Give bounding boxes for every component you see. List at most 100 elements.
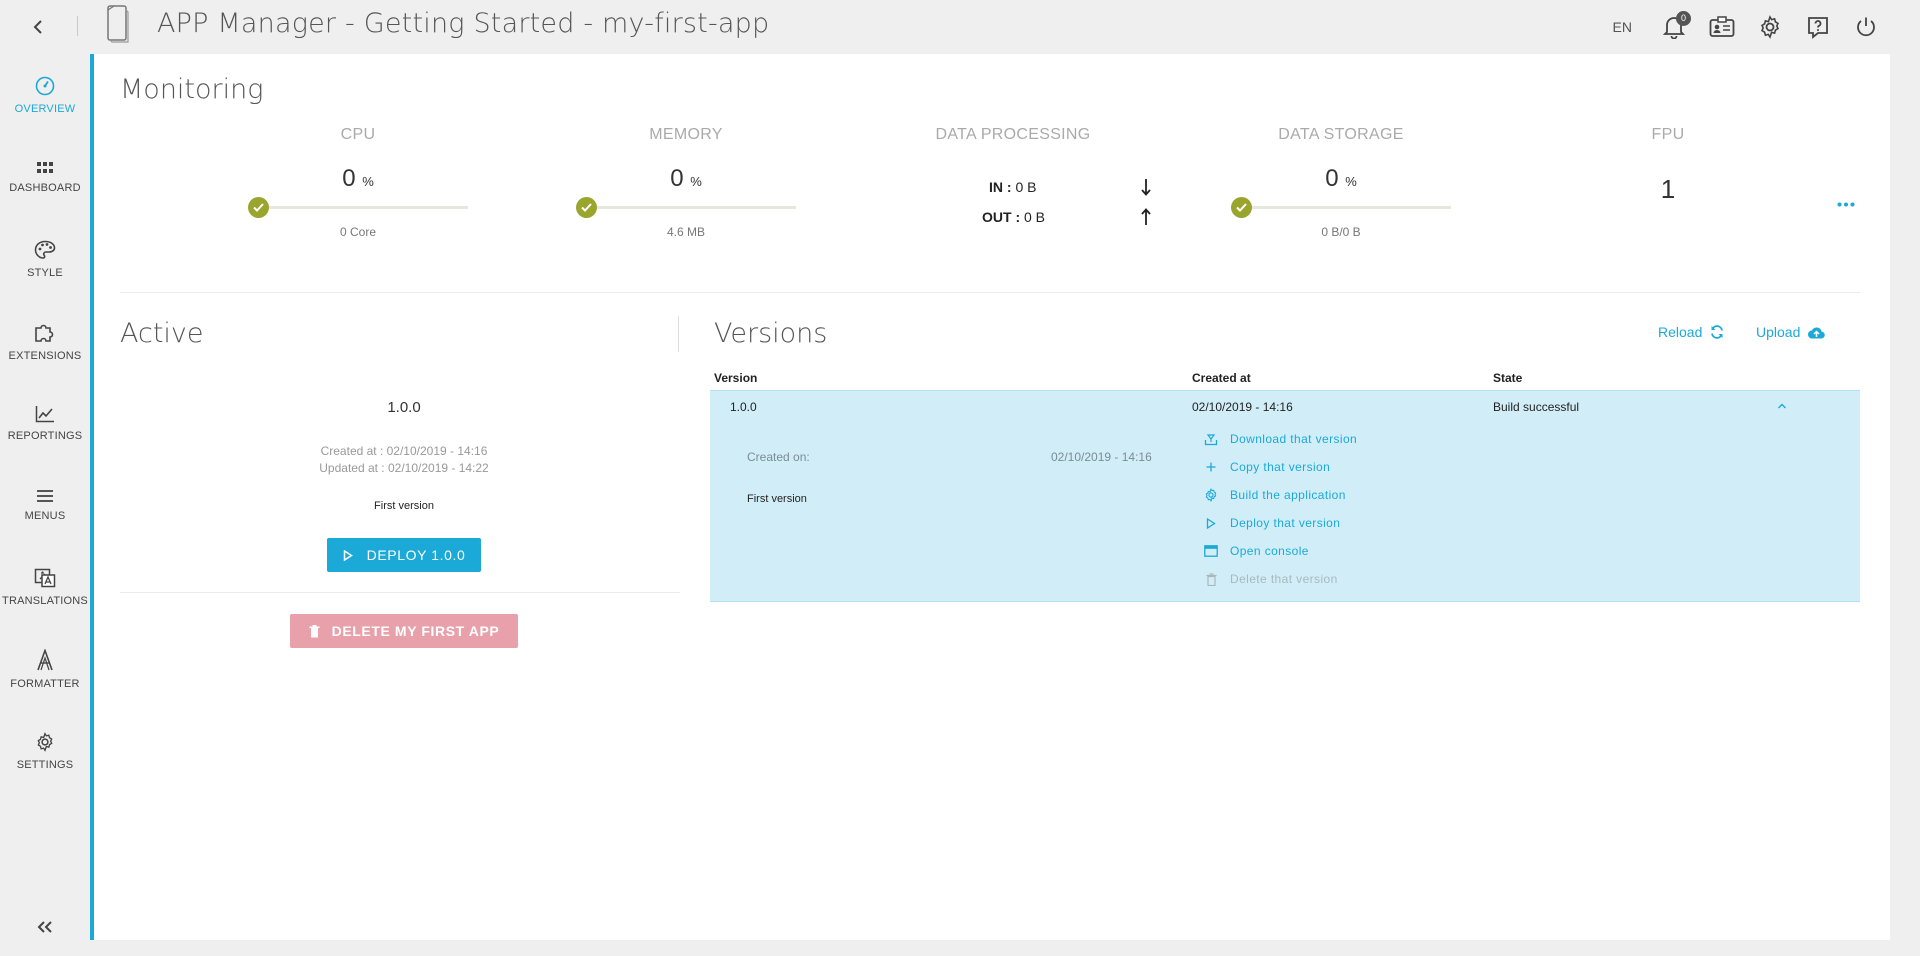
column-header-state: State bbox=[1493, 371, 1523, 385]
active-title: Active bbox=[120, 318, 204, 349]
action-label: Delete that version bbox=[1230, 572, 1338, 586]
play-icon bbox=[343, 549, 353, 561]
action-label: Build the application bbox=[1230, 488, 1346, 502]
data-processing-label: DATA PROCESSING bbox=[935, 126, 1091, 143]
sidebar-item-label: REPORTINGS bbox=[7, 429, 83, 442]
data-out-value: 0 B bbox=[1024, 209, 1046, 225]
active-divider bbox=[120, 592, 680, 593]
action-label: Download that version bbox=[1230, 432, 1358, 446]
data-storage-metric: DATA STORAGE 0 % 0 B/0 B bbox=[1211, 126, 1471, 239]
memory-metric: MEMORY 0 % 4.6 MB bbox=[556, 126, 816, 239]
active-description: First version bbox=[374, 500, 434, 512]
check-icon bbox=[1231, 197, 1252, 218]
palette-icon bbox=[34, 240, 56, 259]
monitoring-title: Monitoring bbox=[120, 74, 264, 105]
more-horizontal-icon bbox=[1837, 202, 1855, 206]
gear-icon bbox=[37, 731, 53, 752]
download-version-action[interactable]: Download that version bbox=[1204, 430, 1357, 448]
reload-label: Reload bbox=[1658, 324, 1703, 340]
menu-icon bbox=[37, 489, 53, 502]
sidebar-item-formatter[interactable]: FORMATTER bbox=[0, 628, 90, 710]
active-created-at: Created at : 02/10/2019 - 14:16 bbox=[320, 444, 488, 458]
sidebar-item-style[interactable]: STYLE bbox=[0, 218, 90, 300]
collapse-sidebar-button[interactable] bbox=[32, 914, 58, 940]
memory-value-unit: % bbox=[690, 174, 702, 189]
action-label: Deploy that version bbox=[1230, 516, 1341, 530]
sidebar-item-overview[interactable]: OVERVIEW bbox=[0, 54, 90, 136]
language-selector[interactable]: EN bbox=[1613, 19, 1632, 35]
delete-version-action: Delete that version bbox=[1204, 570, 1338, 588]
tablet-icon bbox=[107, 5, 129, 43]
sidebar-item-settings[interactable]: SETTINGS bbox=[0, 710, 90, 792]
details-created-on-label: Created on: bbox=[747, 450, 810, 464]
chevron-left-icon bbox=[33, 20, 42, 34]
cpu-metric: CPU 0 % 0 Core bbox=[228, 126, 488, 239]
line-chart-icon bbox=[35, 405, 54, 422]
delete-app-button[interactable]: DELETE MY FIRST APP bbox=[290, 614, 518, 648]
chevron-up-icon[interactable] bbox=[1777, 403, 1787, 409]
upload-label: Upload bbox=[1756, 324, 1801, 340]
data-storage-gauge bbox=[1231, 197, 1451, 218]
notifications-button[interactable]: 0 bbox=[1650, 8, 1698, 46]
build-application-action[interactable]: Build the application bbox=[1204, 486, 1346, 504]
double-chevron-left-icon bbox=[37, 921, 52, 933]
sidebar-item-label: TRANSLATIONS bbox=[2, 594, 88, 607]
column-header-created-at: Created at bbox=[1192, 371, 1251, 385]
table-row[interactable]: 1.0.0 02/10/2019 - 14:16 Build successfu… bbox=[710, 390, 1860, 602]
sidebar-item-translations[interactable]: TRANSLATIONS bbox=[0, 546, 90, 628]
gear-icon bbox=[1204, 488, 1218, 502]
sidebar-item-menus[interactable]: MENUS bbox=[0, 464, 90, 546]
sidebar-item-extensions[interactable]: EXTENSIONS bbox=[0, 300, 90, 382]
trash-icon bbox=[1204, 572, 1218, 586]
data-storage-value-unit: % bbox=[1345, 174, 1357, 189]
arrow-down-icon bbox=[1141, 179, 1151, 196]
sidebar-item-reportings[interactable]: REPORTINGS bbox=[0, 382, 90, 464]
deploy-button[interactable]: DEPLOY 1.0.0 bbox=[327, 538, 481, 572]
data-processing-metric: DATA PROCESSING bbox=[883, 126, 1143, 144]
gear-icon bbox=[1760, 15, 1780, 39]
copy-version-action[interactable]: Copy that version bbox=[1204, 458, 1330, 476]
open-console-action[interactable]: Open console bbox=[1204, 542, 1309, 560]
reload-button[interactable]: Reload bbox=[1658, 324, 1724, 340]
logout-button[interactable] bbox=[1842, 8, 1890, 46]
fpu-label: FPU bbox=[1651, 126, 1685, 143]
fpu-value: 1 bbox=[1660, 174, 1676, 204]
data-storage-value: 0 % bbox=[1211, 165, 1471, 193]
sidebar-item-dashboard[interactable]: DASHBOARD bbox=[0, 136, 90, 218]
header-divider bbox=[77, 16, 78, 36]
notification-count-badge: 0 bbox=[1676, 11, 1691, 26]
details-description: First version bbox=[747, 493, 807, 505]
profile-card-button[interactable] bbox=[1698, 8, 1746, 46]
sidebar-item-label: OVERVIEW bbox=[14, 102, 76, 115]
column-divider bbox=[678, 316, 679, 352]
upload-button[interactable]: Upload bbox=[1756, 324, 1826, 340]
cpu-label: CPU bbox=[340, 126, 376, 143]
help-button[interactable] bbox=[1794, 8, 1842, 46]
sidebar: OVERVIEW DASHBOARD STYLE EXTENSIONS REPO… bbox=[0, 54, 90, 956]
arrow-up-icon bbox=[1141, 208, 1151, 225]
main-panel: Monitoring CPU 0 % 0 Core MEMORY 0 % 4.6… bbox=[90, 54, 1890, 940]
help-icon bbox=[1808, 17, 1828, 39]
section-divider bbox=[120, 292, 1860, 293]
back-button[interactable] bbox=[22, 11, 54, 43]
contact-card-icon bbox=[1709, 16, 1735, 37]
data-out-row: OUT : 0 B bbox=[982, 209, 1045, 225]
grid-icon bbox=[37, 161, 53, 173]
versions-title: Versions bbox=[714, 318, 828, 349]
data-storage-used: 0 B/0 B bbox=[1321, 225, 1361, 239]
deploy-version-action[interactable]: Deploy that version bbox=[1204, 514, 1340, 532]
memory-value: 0 % bbox=[556, 165, 816, 193]
data-out-label: OUT : bbox=[982, 209, 1021, 225]
check-icon bbox=[576, 197, 597, 218]
gauge-track bbox=[256, 206, 468, 209]
deploy-button-label: DEPLOY 1.0.0 bbox=[366, 547, 466, 563]
sidebar-item-label: EXTENSIONS bbox=[8, 349, 82, 362]
settings-button[interactable] bbox=[1746, 8, 1794, 46]
translate-icon bbox=[34, 568, 56, 587]
row-created-at: 02/10/2019 - 14:16 bbox=[1192, 400, 1293, 414]
data-in-label: IN : bbox=[989, 179, 1012, 195]
sidebar-item-label: MENUS bbox=[24, 509, 66, 522]
sidebar-item-label: SETTINGS bbox=[16, 758, 74, 771]
memory-value-number: 0 bbox=[670, 165, 684, 192]
more-options-button[interactable] bbox=[1831, 194, 1861, 214]
